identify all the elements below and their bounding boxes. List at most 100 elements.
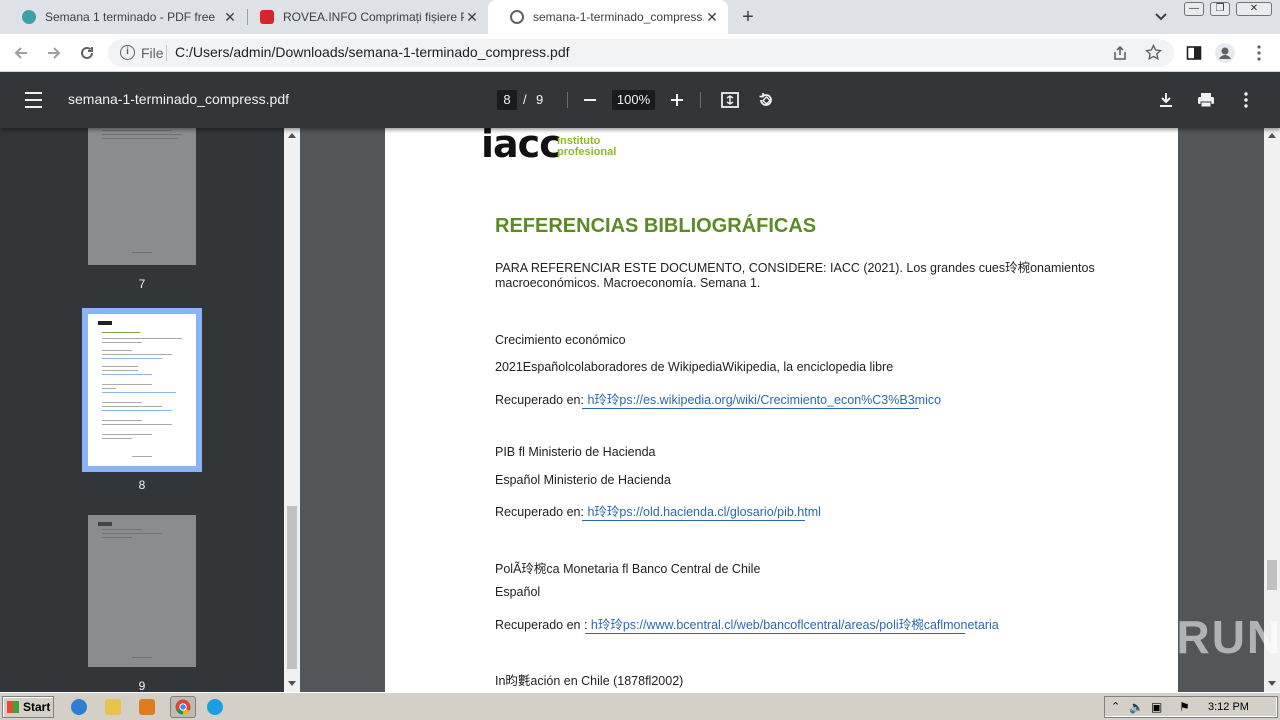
minus-icon <box>584 99 596 101</box>
share-icon[interactable] <box>1112 45 1128 61</box>
browser-toolbar: i File C:/Users/admin/Downloads/semana-1… <box>0 34 1280 72</box>
ref3-link[interactable]: h玲玲ps://www.bcentral.cl/web/bancoflcentr… <box>591 618 999 632</box>
star-icon[interactable] <box>1145 44 1162 61</box>
chrome-taskbar-button[interactable] <box>170 696 196 718</box>
ref2-underline <box>582 520 805 521</box>
printer-icon <box>1198 93 1214 108</box>
browser-menu-button[interactable] <box>1248 42 1270 64</box>
plus-icon <box>671 94 683 106</box>
more-vertical-icon <box>1244 92 1248 108</box>
thumb-footer-line <box>132 252 152 253</box>
fit-page-button[interactable] <box>720 90 740 110</box>
tray-expand-icon[interactable]: ⌃ <box>1111 700 1120 713</box>
thumb-footer-line <box>132 657 152 658</box>
media-player-icon[interactable] <box>139 699 155 715</box>
tab-title: Semana 1 terminado - PDF free <box>45 10 216 24</box>
tab-title: semana-1-terminado_compress.pdf <box>533 10 704 24</box>
scroll-down-icon[interactable] <box>1268 681 1276 686</box>
ref1-link[interactable]: h玲玲ps://es.wikipedia.org/wiki/Crecimient… <box>587 393 941 407</box>
scroll-down-icon[interactable] <box>288 681 296 686</box>
chevron-down-icon[interactable] <box>1152 8 1170 26</box>
thumb-text-line <box>102 420 142 421</box>
file-explorer-icon[interactable] <box>105 699 121 715</box>
new-tab-button[interactable]: + <box>738 7 758 27</box>
page-separator: / <box>523 92 527 107</box>
fit-to-page-icon <box>721 92 739 108</box>
page-thumbnail-8[interactable] <box>82 308 202 472</box>
thumb-text-line <box>102 402 142 403</box>
close-icon[interactable]: ✕ <box>222 9 238 25</box>
thumbnail-label: 9 <box>138 679 146 692</box>
ref1-underline <box>582 408 919 409</box>
flag-icon[interactable]: ⚑ <box>1179 700 1190 714</box>
more-actions-button[interactable] <box>1236 90 1256 110</box>
forward-button[interactable] <box>43 42 65 64</box>
url-text[interactable]: C:/Users/admin/Downloads/semana-1-termin… <box>175 44 570 60</box>
download-button[interactable] <box>1156 90 1176 110</box>
address-bar[interactable]: i File C:/Users/admin/Downloads/semana-1… <box>108 39 1174 67</box>
close-icon[interactable]: ✕ <box>704 9 720 25</box>
back-button[interactable] <box>10 42 32 64</box>
tab-pdf-free[interactable]: Semana 1 terminado - PDF free ✕ <box>0 0 246 34</box>
maximize-button[interactable]: ❐ <box>1210 2 1230 16</box>
start-button[interactable]: Start <box>2 696 54 718</box>
reload-button[interactable] <box>76 42 98 64</box>
scrollbar-thumb[interactable] <box>1267 560 1277 590</box>
zoom-in-button[interactable] <box>667 90 687 110</box>
start-label: Start <box>23 700 51 714</box>
opera-favicon-icon <box>260 10 274 24</box>
close-window-button[interactable]: ✕ <box>1236 2 1272 16</box>
ref2-link[interactable]: h玲玲ps://old.hacienda.cl/glosario/pib.htm… <box>587 505 820 519</box>
internet-explorer-icon[interactable] <box>71 699 87 715</box>
zoom-out-button[interactable] <box>580 90 600 110</box>
profile-button[interactable] <box>1214 42 1236 64</box>
menu-icon[interactable] <box>25 92 42 108</box>
ref2-label: Recuperado en: <box>495 505 588 519</box>
print-button[interactable] <box>1196 90 1216 110</box>
volume-icon[interactable]: 🔈 <box>1129 700 1144 714</box>
page-thumbnail-9[interactable] <box>88 515 196 667</box>
thumbnail-label: 8 <box>138 478 146 492</box>
scrollbar-thumb[interactable] <box>287 506 297 669</box>
ref2-line: Recuperado en: h玲玲ps://old.hacienda.cl/g… <box>495 501 821 520</box>
tab-pdf-viewer[interactable]: semana-1-terminado_compress.pdf ✕ <box>488 0 728 34</box>
scroll-up-icon[interactable] <box>1268 133 1276 138</box>
document-scrollbar[interactable] <box>1264 128 1280 692</box>
thumb-link-line <box>102 374 152 375</box>
thumb-text-line <box>102 406 162 407</box>
rotate-icon <box>759 93 772 106</box>
sidebar-scrollbar[interactable] <box>284 128 300 692</box>
thumb-text-line <box>102 138 178 139</box>
thumb-text-line <box>102 424 172 425</box>
ref2-meta: Español Ministerio de Hacienda <box>495 473 671 487</box>
page-heading: REFERENCIAS BIBLIOGRÁFICAS <box>495 215 817 237</box>
divider <box>166 45 167 61</box>
pdf-page: iacc instituto profesional REFERENCIAS B… <box>385 128 1178 692</box>
side-panel-button[interactable] <box>1183 42 1205 64</box>
ref1-meta: 2021Españolcolaboradores de WikipediaWik… <box>495 360 894 374</box>
ref3-title: PolÃ玲椀ca Monetaria fl Banco Central de C… <box>495 562 761 576</box>
zoom-input[interactable]: 100% <box>612 90 655 110</box>
scroll-up-icon[interactable] <box>288 133 296 138</box>
avatar-icon <box>1215 43 1235 63</box>
pdf-title: semana-1-terminado_compress.pdf <box>68 91 289 107</box>
info-icon[interactable]: i <box>120 45 135 60</box>
thumb-link-line <box>102 358 162 359</box>
thumb-text-line <box>102 533 162 534</box>
edge-icon[interactable] <box>207 699 223 715</box>
ref1-label: Recuperado en: <box>495 393 588 407</box>
chrome-icon <box>175 699 191 715</box>
thumb-text-line <box>102 338 182 339</box>
tab-title: ROVEA.INFO Comprimați fișiere PDF <box>283 10 464 24</box>
clock: 3:12 PM <box>1208 701 1249 713</box>
ref3-line: Recuperado en : h玲玲ps://www.bcentral.cl/… <box>495 614 999 633</box>
windows-taskbar: Start ⌃ 🔈 ▣ ⚑ 3:12 PM <box>0 692 1280 720</box>
close-icon[interactable]: ✕ <box>464 9 480 25</box>
network-icon[interactable]: ▣ <box>1151 700 1162 714</box>
page-number-input[interactable]: 8 <box>497 90 517 110</box>
page-thumbnail-7[interactable] <box>88 128 196 265</box>
pdf-toolbar: semana-1-terminado_compress.pdf 8 / 9 10… <box>0 72 1280 128</box>
tab-rovea[interactable]: ROVEA.INFO Comprimați fișiere PDF ✕ <box>238 0 488 34</box>
minimize-button[interactable]: — <box>1184 2 1204 16</box>
rotate-button[interactable] <box>756 90 776 110</box>
